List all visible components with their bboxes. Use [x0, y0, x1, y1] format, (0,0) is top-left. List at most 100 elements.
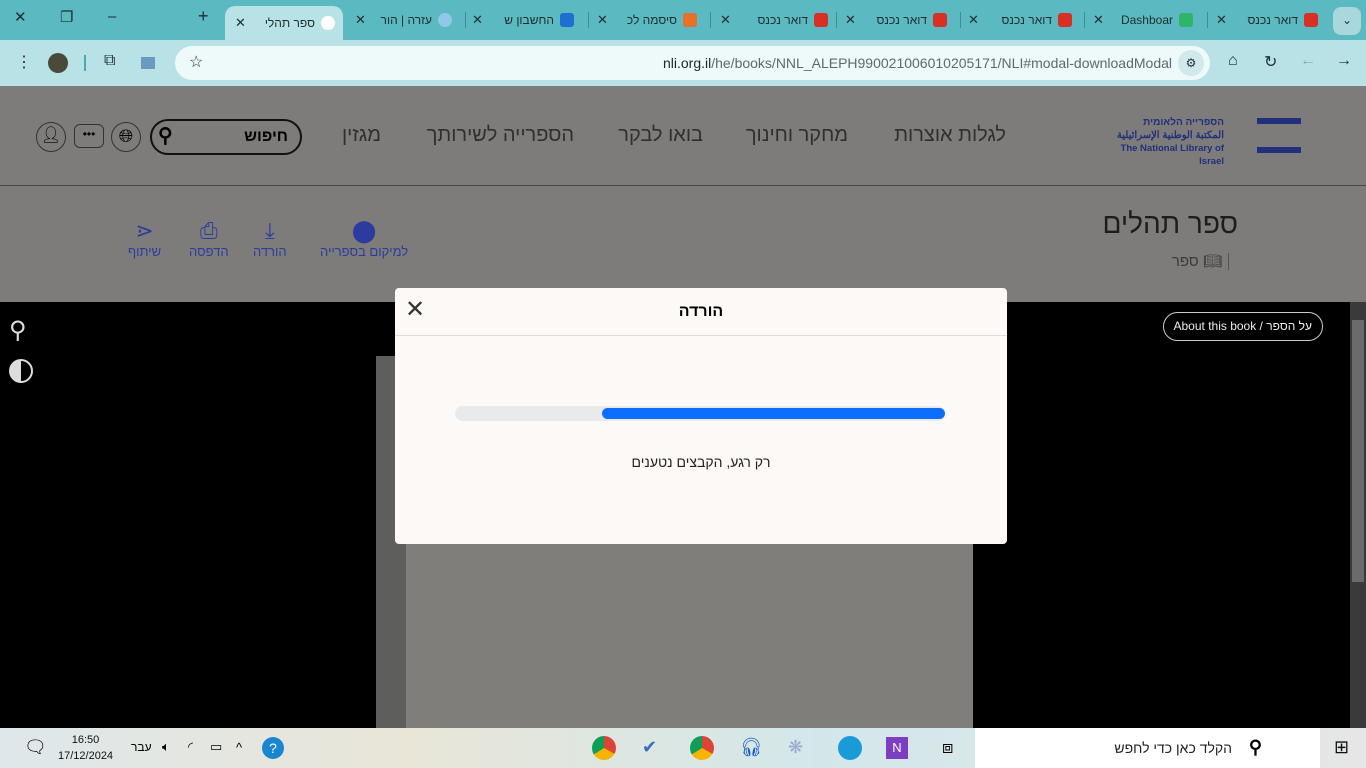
image-extension-icon[interactable]	[141, 57, 155, 69]
address-bar[interactable]: ☆ nli.org.il/he/books/NNL_ALEPH990021006…	[175, 46, 1210, 80]
menu-icon[interactable]: ⋮	[16, 52, 32, 72]
battery-icon[interactable]: ▭	[210, 739, 222, 755]
close-tab-icon[interactable]: ✕	[235, 15, 246, 31]
back-icon[interactable]: ←	[1300, 52, 1316, 70]
language-globe-icon[interactable]: 🌐︎	[111, 122, 141, 152]
onenote-icon[interactable]: N	[886, 737, 908, 759]
logo-text-en: The National Library of Israel	[1120, 143, 1224, 167]
site-info-icon[interactable]: ⚙	[1178, 50, 1204, 76]
nav-discover[interactable]: לגלות אוצרות	[894, 124, 1006, 147]
volume-icon[interactable]: 🔈︎	[162, 739, 170, 755]
chrome-icon[interactable]	[690, 736, 714, 760]
language-indicator[interactable]: עבר	[131, 740, 152, 754]
gmail-icon	[814, 13, 828, 27]
app-icon[interactable]: ❋	[788, 737, 803, 758]
tab-password[interactable]: סיסמה לכ ✕	[597, 8, 705, 32]
close-tab-icon[interactable]: ✕	[1216, 12, 1227, 28]
nav-visit[interactable]: בואו לבקר	[618, 124, 703, 147]
logo-text-he: הספרייה הלאומית	[1143, 117, 1224, 128]
close-tab-icon[interactable]: ✕	[597, 12, 608, 28]
chat-icon[interactable]: •••	[74, 124, 104, 148]
scrollbar[interactable]	[1350, 302, 1366, 728]
divider	[84, 55, 86, 71]
clock[interactable]: 16:50 17/12/2024	[58, 732, 113, 764]
nav-services[interactable]: הספרייה לשירותך	[427, 124, 574, 147]
close-tab-icon[interactable]: ✕	[472, 12, 483, 28]
browser-toolbar: ⋮ ⧉ ☆ nli.org.il/he/books/NNL_ALEPH99002…	[0, 40, 1366, 86]
zoom-search-icon[interactable]: ⚲	[9, 316, 27, 345]
password-favicon-icon	[683, 13, 697, 27]
download-button[interactable]: ⤓ הורדה	[253, 218, 287, 259]
nav-research[interactable]: מחקר וחינוך	[746, 124, 848, 147]
action-label: שיתוף	[128, 244, 162, 259]
tab-help[interactable]: עזרה | הור ✕	[355, 8, 460, 32]
time: 16:50	[71, 734, 100, 746]
action-label: למיקום בספרייה	[320, 244, 409, 259]
tab-gmail-1[interactable]: דואר נכנס ✕	[720, 8, 830, 32]
tab-account[interactable]: החשבון ש ✕	[472, 8, 582, 32]
restore-window-button[interactable]: ❐	[60, 8, 73, 26]
edge-icon[interactable]	[838, 736, 862, 760]
extensions-icon[interactable]: ⧉	[104, 52, 115, 70]
book-type-label: ספר	[1171, 253, 1199, 270]
print-icon: ⎙	[200, 218, 218, 243]
share-button[interactable]: ⋖ שיתוף	[128, 218, 161, 259]
forward-icon[interactable]: →	[1336, 52, 1352, 70]
nli-logo[interactable]: הספרייה הלאומית المكتبة الوطنية الإسرائي…	[1102, 116, 1224, 168]
logo-book-icon	[1257, 118, 1301, 124]
tab-dashboard[interactable]: Dashboar ✕	[1093, 8, 1199, 32]
tab-search-button[interactable]: ⌄	[1333, 7, 1361, 35]
reload-icon[interactable]: ↻	[1264, 52, 1277, 72]
notifications-icon[interactable]: 🗨︎	[24, 737, 47, 758]
location-button[interactable]: ⬤ למיקום בספרייה	[320, 218, 408, 259]
show-hidden-icons[interactable]: ^	[236, 740, 242, 755]
account-favicon-icon	[560, 13, 574, 27]
map-pin-icon: ⬤	[351, 218, 377, 243]
taskbar-search[interactable]: הקלד כאן כדי לחפש ⚲	[975, 728, 1320, 768]
profile-avatar[interactable]	[48, 53, 68, 73]
new-tab-button[interactable]: +	[198, 6, 209, 27]
modal-title: הורדה	[395, 288, 1007, 336]
scrollbar-thumb[interactable]	[1352, 320, 1364, 582]
close-modal-icon[interactable]: ✕	[405, 298, 425, 322]
help-icon[interactable]: ?	[262, 737, 284, 759]
header-divider	[0, 185, 1366, 186]
contrast-icon[interactable]	[9, 359, 33, 383]
tab-label: החשבון ש	[504, 13, 554, 27]
close-tab-icon[interactable]: ✕	[845, 12, 856, 28]
search-icon: ⚲	[1248, 737, 1262, 757]
task-view-icon[interactable]: ⧈	[942, 737, 953, 758]
about-book-button[interactable]: About this book / על הספר	[1162, 312, 1323, 341]
share-icon: ⋖	[135, 218, 154, 243]
todo-icon[interactable]: ✔	[642, 737, 657, 758]
tab-psalms[interactable]: ספר תהלי ✕	[225, 6, 343, 40]
print-button[interactable]: ⎙ הדפסה	[189, 218, 229, 259]
search-button[interactable]: חיפוש ⚲	[150, 119, 302, 155]
chrome-profile-icon[interactable]	[592, 736, 616, 760]
close-tab-icon[interactable]: ✕	[720, 12, 731, 28]
minimize-window-button[interactable]: –	[108, 8, 116, 25]
audio-app-icon[interactable]: 🎧︎	[740, 737, 763, 758]
tab-strip: ✕ ❐ – + ספר תהלי ✕ עזרה | הור ✕ החשבון ש ✕ …	[0, 0, 1366, 40]
url-text[interactable]: nli.org.il/he/books/NNL_ALEPH99002100601…	[663, 55, 1172, 71]
tab-label: דואר נכנס	[1001, 13, 1052, 27]
tab-label: דואר נכנס	[757, 13, 808, 27]
nav-magazine[interactable]: מגזין	[342, 124, 381, 147]
close-tab-icon[interactable]: ✕	[1093, 12, 1104, 28]
wifi-icon[interactable]: ◜	[188, 739, 193, 755]
date: 17/12/2024	[58, 750, 114, 762]
download-modal: הורדה ✕ רק רגע, הקבצים נטענים	[395, 288, 1007, 544]
tab-gmail-3[interactable]: דואר נכנס ✕	[968, 8, 1078, 32]
tab-gmail-2[interactable]: דואר נכנס ✕	[845, 8, 953, 32]
windows-start-icon[interactable]: ⊞	[1334, 737, 1349, 758]
bookmark-star-icon[interactable]: ☆	[189, 52, 203, 72]
home-icon[interactable]: ⌂	[1228, 52, 1238, 70]
close-window-button[interactable]: ✕	[14, 8, 27, 26]
download-progress-bar	[455, 406, 945, 421]
user-account-icon[interactable]: 👤︎	[36, 122, 66, 152]
tab-gmail-4[interactable]: דואר נכנס ✕	[1216, 8, 1324, 32]
windows-taskbar: ⊞ הקלד כאן כדי לחפש ⚲ ⧈ N ❋ 🎧︎ ✔ ? ^ ▭ ◜ …	[0, 728, 1366, 768]
book-type: 📖︎ ספר	[1172, 252, 1229, 270]
close-tab-icon[interactable]: ✕	[355, 12, 366, 28]
close-tab-icon[interactable]: ✕	[968, 12, 979, 28]
